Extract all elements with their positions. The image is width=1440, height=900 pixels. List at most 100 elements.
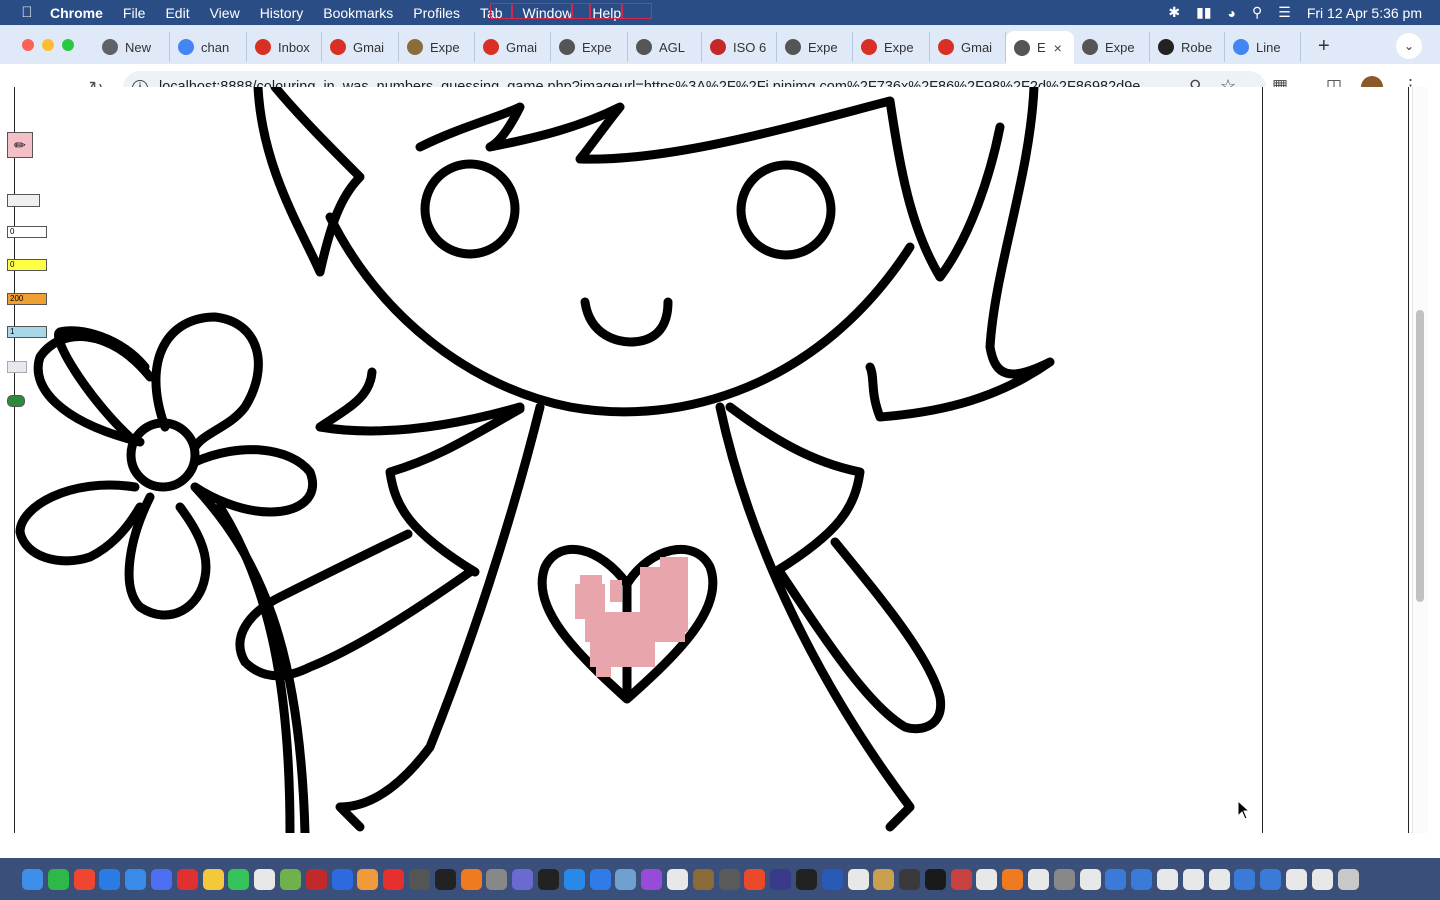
dock-app-icon[interactable] (279, 868, 301, 890)
browser-tab[interactable]: New (94, 32, 170, 62)
dock-app-icon[interactable] (357, 868, 379, 890)
browser-tab[interactable]: Gmai (930, 32, 1006, 62)
browser-tab[interactable]: Gmai (322, 32, 399, 62)
dock-app-icon[interactable] (1260, 868, 1282, 890)
tool-blank-field[interactable] (7, 194, 40, 207)
menu-file[interactable]: File (123, 5, 146, 21)
dock-app-icon[interactable] (460, 868, 482, 890)
tool-small-button[interactable] (7, 361, 27, 373)
pencil-tool-button[interactable]: ✏ (7, 132, 33, 158)
dock-app-icon[interactable] (770, 868, 792, 890)
dock-app-icon[interactable] (641, 868, 663, 890)
tool-field-4[interactable]: 1 (7, 326, 47, 338)
dock-app-icon[interactable] (22, 868, 43, 890)
browser-tab[interactable]: Line (1225, 32, 1301, 62)
dock-app-icon[interactable] (821, 868, 843, 890)
dock-app-icon[interactable] (1053, 868, 1075, 890)
zoom-window-button[interactable] (62, 39, 74, 51)
dock-app-icon[interactable] (847, 868, 869, 890)
dock-app-icon[interactable] (718, 868, 740, 890)
browser-tab[interactable]: AGL (628, 32, 702, 62)
bluetooth-icon[interactable]: ✱ (1168, 4, 1180, 21)
tool-field-2[interactable]: 0 (7, 259, 47, 271)
menu-edit[interactable]: Edit (165, 5, 189, 21)
dock-app-icon[interactable] (1234, 868, 1256, 890)
dock-app-icon[interactable] (228, 868, 250, 890)
wifi-icon[interactable]: ◕ (1228, 5, 1236, 21)
dock-app-icon[interactable] (795, 868, 817, 890)
browser-tab[interactable]: Inbox (247, 32, 322, 62)
tab-search-button[interactable]: ⌄ (1396, 33, 1422, 59)
minimize-window-button[interactable] (42, 39, 54, 51)
dock-app-icon[interactable] (924, 868, 946, 890)
browser-tab[interactable]: Expe (399, 32, 475, 62)
dock-app-icon[interactable] (408, 868, 430, 890)
browser-tab[interactable]: chan (170, 32, 247, 62)
apple-icon[interactable]:  (18, 4, 36, 21)
dock-app-icon[interactable] (589, 868, 611, 890)
tool-field-3[interactable]: 200 (7, 293, 47, 305)
dock-app-icon[interactable] (666, 868, 688, 890)
browser-tab[interactable]: Expe (853, 32, 930, 62)
dock-app-icon[interactable] (1131, 868, 1153, 890)
menu-bookmarks[interactable]: Bookmarks (323, 5, 393, 21)
dock-app-icon[interactable] (150, 868, 172, 890)
tool-green-button[interactable] (7, 395, 25, 407)
dock-app-icon[interactable] (512, 868, 534, 890)
dock-app-icon[interactable] (383, 868, 405, 890)
menu-profiles[interactable]: Profiles (413, 5, 460, 21)
dock-app-icon[interactable] (1182, 868, 1204, 890)
dock-app-icon[interactable] (950, 868, 972, 890)
browser-tab[interactable]: Gmai (475, 32, 551, 62)
dock-app-icon[interactable] (563, 868, 585, 890)
control-center-icon[interactable]: ☰ (1278, 4, 1291, 21)
scrollbar-thumb[interactable] (1416, 310, 1424, 602)
dock-app-icon[interactable] (176, 868, 198, 890)
menu-history[interactable]: History (260, 5, 304, 21)
dock-app-icon[interactable] (899, 868, 921, 890)
new-tab-button[interactable]: + (1318, 35, 1330, 58)
browser-tab[interactable]: Robe (1150, 32, 1225, 62)
dock-app-icon[interactable] (47, 868, 69, 890)
dock-app-icon[interactable] (744, 868, 766, 890)
dock-app-icon[interactable] (1208, 868, 1230, 890)
dock-app-icon[interactable] (873, 868, 895, 890)
dock-app-icon[interactable] (99, 868, 121, 890)
colouring-canvas[interactable] (0, 87, 1430, 833)
menu-app-chrome[interactable]: Chrome (50, 5, 103, 21)
dock-app-icon[interactable] (692, 868, 714, 890)
dock-app-icon[interactable] (1079, 868, 1101, 890)
dock-app-icon[interactable] (1028, 868, 1050, 890)
dock-app-icon[interactable] (1105, 868, 1127, 890)
dock-app-icon[interactable] (202, 868, 224, 890)
dock-app-icon[interactable] (1286, 868, 1308, 890)
browser-tab[interactable]: ISO 6 (702, 32, 777, 62)
dock-app-icon[interactable] (615, 868, 637, 890)
menu-view[interactable]: View (210, 5, 240, 21)
dock-app-icon[interactable] (1002, 868, 1024, 890)
mouse-cursor-icon (1237, 799, 1251, 820)
dock-app-icon[interactable] (434, 868, 456, 890)
tab-close-icon[interactable]: × (1054, 40, 1062, 56)
browser-tab[interactable]: Expe (1074, 32, 1150, 62)
battery-icon[interactable]: ▮▮ (1196, 4, 1211, 21)
browser-tab[interactable]: Expe (777, 32, 853, 62)
dock-app-icon[interactable] (305, 868, 327, 890)
dock-app-icon[interactable] (1311, 868, 1333, 890)
dock-app-icon[interactable] (486, 868, 508, 890)
dock-app-icon[interactable] (976, 868, 998, 890)
dock-app-icon[interactable] (331, 868, 353, 890)
dock-app-icon[interactable] (1337, 868, 1359, 890)
dock-app-icon[interactable] (125, 868, 147, 890)
dock-app-icon[interactable] (254, 868, 276, 890)
browser-tab[interactable]: Expe (551, 32, 628, 62)
tool-field-1[interactable]: 0 (7, 226, 47, 238)
browser-tab[interactable]: E × (1006, 31, 1074, 64)
dark-site-icon (1158, 39, 1174, 55)
dock-app-icon[interactable] (73, 868, 95, 890)
spotlight-search-icon[interactable]: ⚲ (1252, 4, 1262, 21)
menu-clock[interactable]: Fri 12 Apr 5:36 pm (1307, 5, 1422, 21)
close-window-button[interactable] (22, 39, 34, 51)
dock-app-icon[interactable] (537, 868, 559, 890)
dock-app-icon[interactable] (1157, 868, 1179, 890)
